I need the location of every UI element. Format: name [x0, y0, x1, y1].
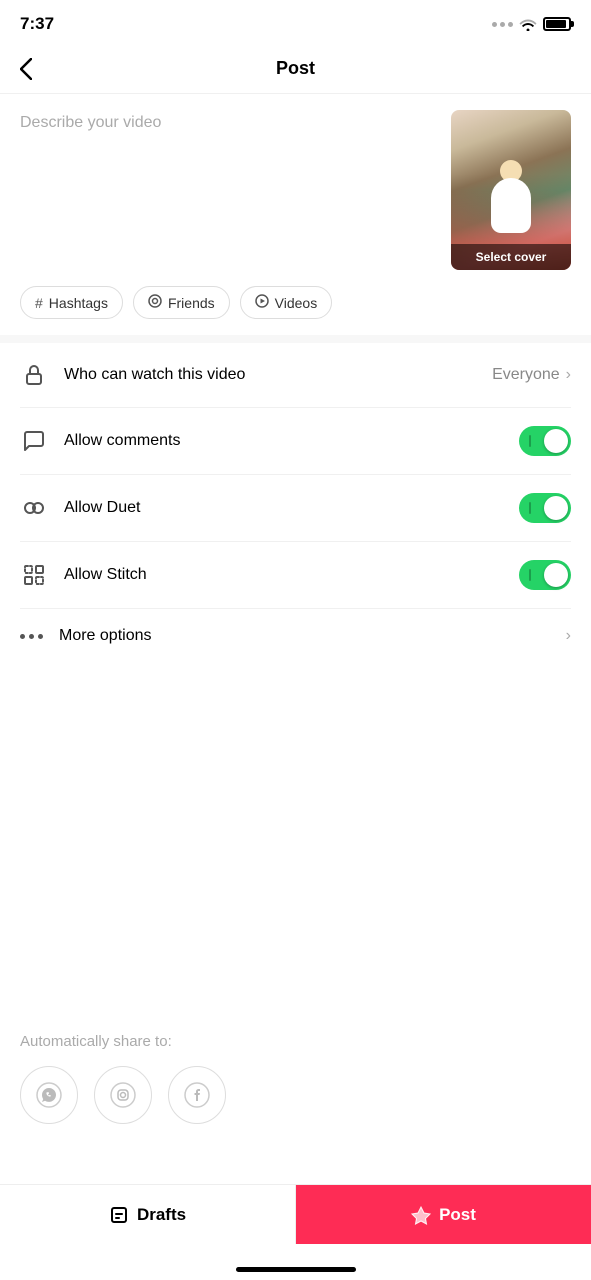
signal-icon [492, 22, 513, 27]
toggle-pipe [529, 569, 531, 581]
lock-icon [20, 361, 48, 389]
bottom-buttons: Drafts Post [0, 1184, 591, 1244]
select-cover-label[interactable]: Select cover [451, 244, 571, 270]
friends-label: Friends [168, 295, 215, 311]
allow-duet-label: Allow Duet [64, 499, 140, 517]
video-thumbnail[interactable]: Select cover [451, 110, 571, 270]
allow-duet-left: Allow Duet [20, 494, 140, 522]
chevron-right-icon: › [566, 366, 571, 384]
instagram-share-button[interactable] [94, 1066, 152, 1124]
at-icon [148, 294, 162, 311]
settings-list: Who can watch this video Everyone › Allo… [0, 343, 591, 609]
toggle-pipe [529, 435, 531, 447]
whatsapp-share-button[interactable] [20, 1066, 78, 1124]
description-input[interactable]: Describe your video [20, 110, 451, 132]
toggle-pipe [529, 502, 531, 514]
hashtags-button[interactable]: # Hashtags [20, 286, 123, 319]
wifi-icon [519, 18, 537, 31]
hashtags-label: Hashtags [49, 295, 108, 311]
allow-stitch-toggle[interactable] [519, 560, 571, 590]
who-can-watch-left: Who can watch this video [20, 361, 245, 389]
status-time: 7:37 [20, 14, 54, 34]
who-can-watch-value: Everyone [492, 366, 560, 384]
status-icons [492, 17, 571, 31]
hashtag-icon: # [35, 295, 43, 311]
allow-duet-right [519, 493, 571, 523]
allow-stitch-left: Allow Stitch [20, 561, 147, 589]
post-button[interactable]: Post [296, 1185, 591, 1244]
videos-label: Videos [275, 295, 318, 311]
more-options-chevron: › [566, 627, 571, 645]
who-can-watch-row[interactable]: Who can watch this video Everyone › [20, 343, 571, 408]
more-options-row[interactable]: More options › [0, 609, 591, 663]
allow-stitch-right [519, 560, 571, 590]
status-bar: 7:37 [0, 0, 591, 44]
play-icon [255, 294, 269, 311]
drafts-button[interactable]: Drafts [0, 1185, 296, 1244]
drafts-icon [109, 1205, 129, 1225]
allow-comments-row[interactable]: Allow comments [20, 408, 571, 475]
videos-button[interactable]: Videos [240, 286, 333, 319]
stitch-icon [20, 561, 48, 589]
post-label: Post [439, 1205, 476, 1225]
post-icon [411, 1205, 431, 1225]
home-indicator [236, 1267, 356, 1272]
allow-comments-right [519, 426, 571, 456]
allow-comments-left: Allow comments [20, 427, 180, 455]
comment-icon [20, 427, 48, 455]
more-options-icon [20, 634, 43, 639]
allow-comments-label: Allow comments [64, 432, 180, 450]
allow-duet-row[interactable]: Allow Duet [20, 475, 571, 542]
more-options-left: More options [20, 627, 152, 645]
section-divider [0, 335, 591, 343]
more-options-label: More options [59, 627, 152, 645]
duet-icon [20, 494, 48, 522]
share-label: Automatically share to: [20, 1033, 571, 1050]
battery-icon [543, 17, 571, 31]
figure-decoration [481, 160, 541, 250]
friends-button[interactable]: Friends [133, 286, 230, 319]
page-title: Post [276, 58, 315, 79]
description-area: Describe your video Select cover [0, 94, 591, 286]
who-can-watch-label: Who can watch this video [64, 366, 245, 384]
allow-stitch-row[interactable]: Allow Stitch [20, 542, 571, 609]
drafts-label: Drafts [137, 1205, 186, 1225]
share-icons [20, 1066, 571, 1124]
back-button[interactable] [20, 58, 32, 80]
facebook-share-button[interactable] [168, 1066, 226, 1124]
tag-buttons: # Hashtags Friends Videos [0, 286, 591, 335]
allow-duet-toggle[interactable] [519, 493, 571, 523]
allow-comments-toggle[interactable] [519, 426, 571, 456]
allow-stitch-label: Allow Stitch [64, 566, 147, 584]
header: Post [0, 44, 591, 94]
who-can-watch-right: Everyone › [492, 366, 571, 384]
share-section: Automatically share to: [0, 1009, 591, 1140]
